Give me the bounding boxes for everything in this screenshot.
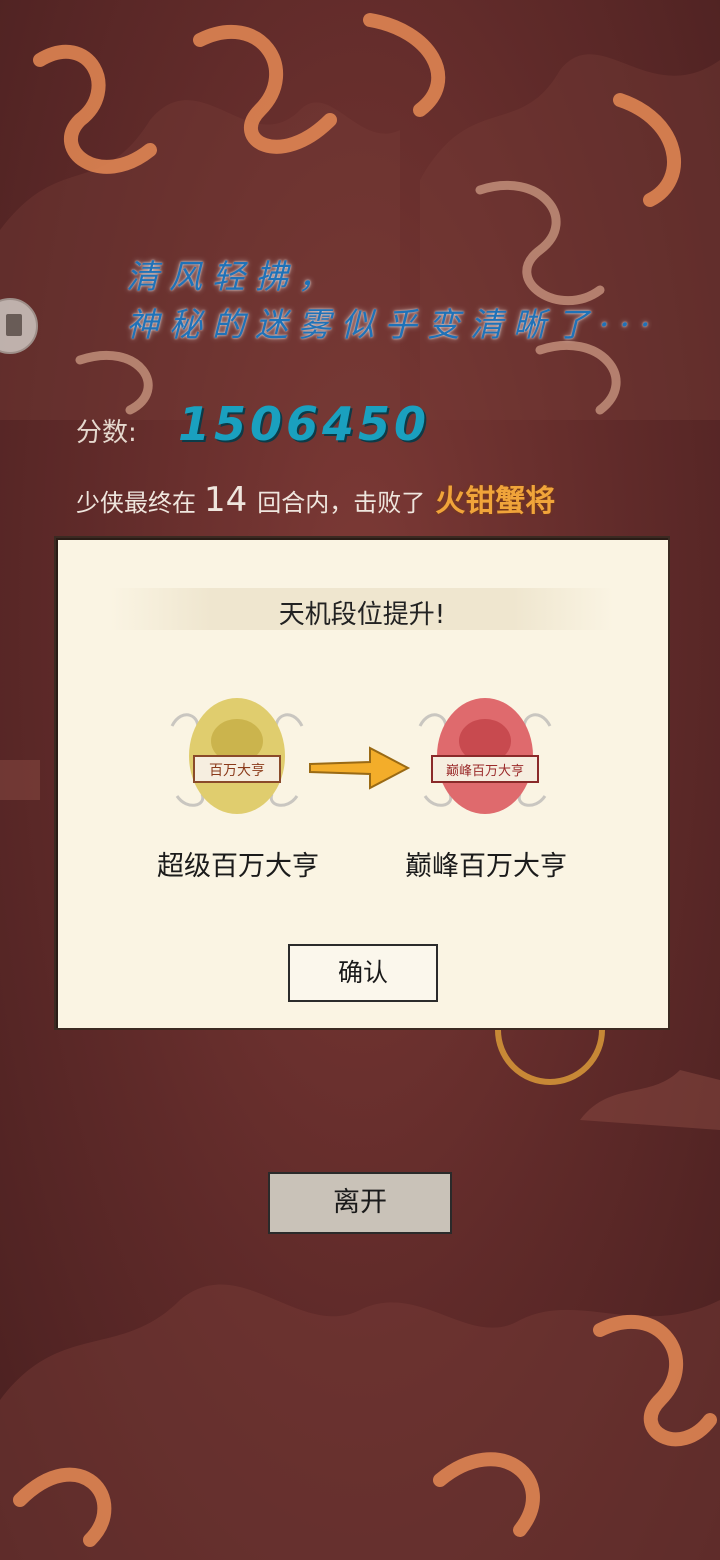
confirm-button[interactable]: 确认	[288, 944, 438, 1002]
new-badge-text: 巅峰百万大亨	[446, 763, 524, 779]
old-rank-name: 超级百万大亨	[157, 851, 319, 882]
bookmark-icon	[6, 314, 22, 336]
poem-line-2: 神秘的迷雾似乎变清晰了···	[126, 305, 661, 344]
leave-button[interactable]: 离开	[268, 1172, 452, 1234]
result-middle: 回合内，击败了	[257, 489, 426, 517]
poem-line-1: 清风轻拂，	[126, 257, 341, 296]
arrow-right-icon	[309, 746, 411, 790]
old-rank-badge: 百万大亨	[170, 698, 304, 814]
dialog-title: 天机段位提升!	[278, 600, 446, 630]
old-badge-text: 百万大亨	[209, 762, 265, 779]
score-label: 分数:	[76, 418, 137, 448]
rank-up-dialog: 天机段位提升! 百万大亨 巅峰百万大亨 超级百万大亨 巅峰百万大亨 确认	[54, 536, 670, 1030]
boss-name: 火钳蟹将	[435, 484, 556, 519]
result-prefix: 少侠最终在	[76, 489, 196, 517]
rounds-count: 14	[204, 480, 248, 520]
score-value: 1506450	[178, 397, 431, 451]
new-rank-name: 巅峰百万大亨	[405, 851, 567, 882]
battle-result: 少侠最终在 14 回合内，击败了 火钳蟹将	[76, 476, 555, 520]
new-rank-badge: 巅峰百万大亨	[418, 698, 552, 814]
